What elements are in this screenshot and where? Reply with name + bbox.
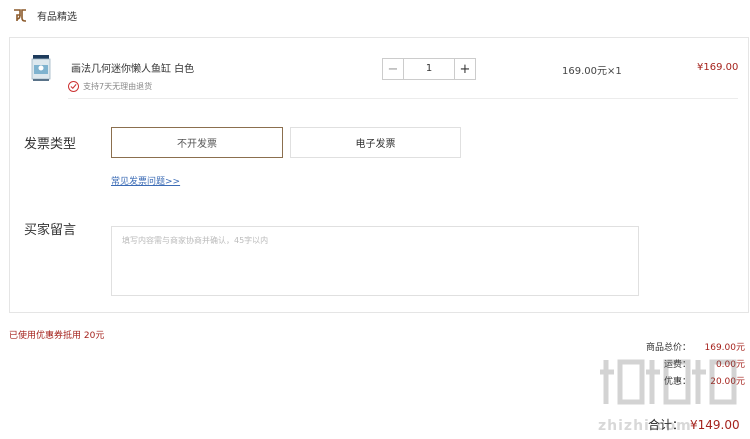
unit-price: 169.00元×1 [562,66,622,77]
quantity-value[interactable]: 1 [404,59,454,79]
invoice-type-label: 发票类型 [24,137,77,152]
check-circle-icon [68,81,79,92]
increase-quantity-button[interactable]: + [454,59,475,79]
quantity-stepper: − 1 + [382,58,476,80]
buyer-message-label: 买家留言 [24,223,77,238]
store-header: 有品精选 [12,6,77,24]
store-title: 有品精选 [37,11,77,23]
invoice-option-electronic[interactable]: 电子发票 [290,127,461,158]
discount-label: 优惠： [663,377,691,387]
divider [68,98,738,99]
coupon-note: 已使用优惠券抵用 20元 [9,331,105,341]
grand-total-value: ¥149.00 [690,418,740,432]
goods-total-row: 商品总价： 169.00元 [600,340,745,353]
product-name[interactable]: 画法几何迷你懒人鱼缸 白色 [71,60,194,75]
line-total: ¥169.00 [697,62,739,73]
shipping-label: 运费： [663,360,691,370]
decrease-quantity-button[interactable]: − [383,59,404,79]
return-policy-text: 支持7天无理由退货 [83,82,153,91]
buyer-message-input[interactable] [111,226,639,296]
return-policy: 支持7天无理由退货 [68,81,152,92]
invoice-faq-link[interactable]: 常见发票问题>> [111,174,180,187]
store-logo-icon [14,9,26,22]
shipping-row: 运费： 0.00元 [600,357,745,370]
goods-total-value: 169.00元 [704,343,746,353]
product-thumbnail[interactable] [30,53,52,83]
order-card: 画法几何迷你懒人鱼缸 白色 支持7天无理由退货 − 1 + 169.00元×1 … [9,37,749,313]
discount-row: 优惠： 20.00元 [600,374,745,387]
grand-total-label: 合计： [648,418,685,432]
shipping-value: 0.00元 [715,360,745,370]
grand-total: 合计： ¥149.00 [648,416,740,433]
goods-total-label: 商品总价： [645,343,691,353]
discount-value: 20.00元 [710,377,745,387]
invoice-option-none[interactable]: 不开发票 [111,127,283,158]
